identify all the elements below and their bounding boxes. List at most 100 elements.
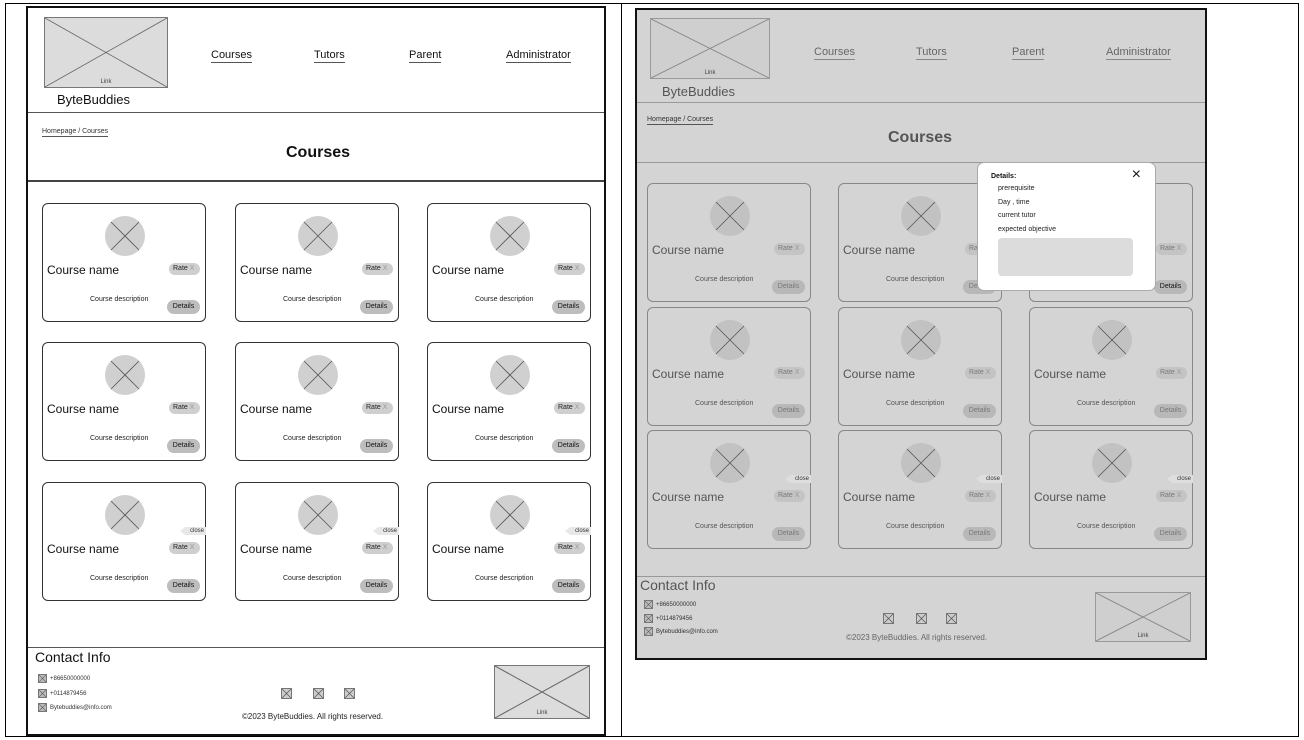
- rate-x-icon: X: [189, 544, 195, 551]
- nav-tutors[interactable]: Tutors: [314, 49, 345, 63]
- nav-courses[interactable]: Courses: [814, 46, 855, 60]
- social-icon-3[interactable]: [946, 613, 957, 624]
- rate-x-icon: X: [794, 369, 800, 376]
- rate-label: Rate: [778, 492, 793, 499]
- rate-button[interactable]: RateX: [1156, 367, 1187, 379]
- details-button[interactable]: Details: [1154, 280, 1187, 294]
- email-icon: [38, 703, 47, 712]
- details-button[interactable]: Details: [360, 579, 393, 593]
- course-card: Course name RateX Course description Detail…: [235, 342, 399, 461]
- rate-button[interactable]: RateX: [1156, 490, 1187, 502]
- nav-parent[interactable]: Parent: [409, 49, 442, 63]
- rate-x-icon: X: [1176, 492, 1182, 499]
- footer-link-placeholder[interactable]: Link: [494, 665, 590, 719]
- contact-phone1: +86650000000: [644, 600, 696, 609]
- modal-item-current-tutor: current tutor: [998, 212, 1036, 219]
- phone2-text: +0114879456: [656, 615, 693, 622]
- panel-divider: [621, 3, 622, 737]
- course-image-placeholder: [710, 196, 750, 236]
- email-text[interactable]: Bytebuddies@info.com: [50, 705, 112, 711]
- nav-courses[interactable]: Courses: [211, 49, 252, 63]
- rate-button[interactable]: RateX: [554, 402, 585, 414]
- page-title: Courses: [888, 129, 953, 146]
- details-button[interactable]: Details: [360, 439, 393, 453]
- rate-button[interactable]: RateX: [362, 402, 393, 414]
- rate-button[interactable]: RateX: [554, 542, 585, 554]
- rate-button[interactable]: RateX: [965, 490, 996, 502]
- rate-label: Rate: [173, 404, 188, 411]
- close-tab[interactable]: close: [785, 475, 811, 483]
- social-icon-1[interactable]: [883, 613, 894, 624]
- details-button[interactable]: Details: [772, 280, 805, 294]
- rate-x-icon: X: [574, 265, 580, 272]
- rate-button[interactable]: RateX: [169, 402, 200, 414]
- course-card: Course name RateX Course description Detail…: [427, 342, 591, 461]
- nav-parent[interactable]: Parent: [1012, 46, 1045, 60]
- rate-button[interactable]: RateX: [362, 263, 393, 275]
- course-description: Course description: [695, 523, 754, 530]
- details-button[interactable]: Details: [167, 439, 200, 453]
- modal-content-box: [998, 238, 1133, 276]
- close-tab[interactable]: close: [180, 527, 206, 535]
- rate-button[interactable]: RateX: [774, 243, 805, 255]
- details-button[interactable]: Details: [552, 300, 585, 314]
- rate-button[interactable]: RateX: [554, 263, 585, 275]
- details-button[interactable]: Details: [552, 439, 585, 453]
- course-card: Course name RateX Course description Detail…: [42, 203, 206, 322]
- details-button[interactable]: Details: [360, 300, 393, 314]
- logo-placeholder[interactable]: Link: [44, 17, 168, 88]
- phone-icon: [38, 674, 47, 683]
- close-tab[interactable]: close: [565, 527, 591, 535]
- details-button[interactable]: Details: [772, 404, 805, 418]
- rate-button[interactable]: RateX: [774, 490, 805, 502]
- close-tab[interactable]: close: [373, 527, 399, 535]
- details-button[interactable]: Details: [1154, 527, 1187, 541]
- course-image-placeholder: [901, 320, 941, 360]
- modal-item-expected-objective: expected objective: [998, 226, 1056, 233]
- social-icon-2[interactable]: [916, 613, 927, 624]
- phone-icon: [644, 600, 653, 609]
- details-button[interactable]: Details: [963, 404, 996, 418]
- brand-name: ByteBuddies: [662, 84, 735, 99]
- course-name: Course name: [240, 542, 313, 556]
- details-button[interactable]: Details: [772, 527, 805, 541]
- rate-button[interactable]: RateX: [1156, 243, 1187, 255]
- social-icon-2[interactable]: [313, 688, 324, 699]
- breadcrumb[interactable]: Homepage / Courses: [42, 128, 109, 137]
- course-image-placeholder: [490, 216, 530, 256]
- course-name: Course name: [843, 490, 916, 504]
- details-button[interactable]: Details: [167, 579, 200, 593]
- footer-link-placeholder[interactable]: Link: [1095, 592, 1191, 642]
- email-text[interactable]: Bytebuddies@info.com: [656, 629, 718, 635]
- nav-tutors[interactable]: Tutors: [916, 46, 947, 60]
- rate-label: Rate: [558, 404, 573, 411]
- details-button[interactable]: Details: [552, 579, 585, 593]
- details-button[interactable]: Details: [963, 527, 996, 541]
- nav-administrator[interactable]: Administrator: [506, 49, 571, 63]
- rate-x-icon: X: [985, 369, 991, 376]
- footer-link-label: Link: [536, 710, 548, 716]
- social-icon-1[interactable]: [281, 688, 292, 699]
- rate-button[interactable]: RateX: [362, 542, 393, 554]
- rate-button[interactable]: RateX: [169, 542, 200, 554]
- rate-label: Rate: [558, 265, 573, 272]
- course-image-placeholder: [710, 443, 750, 483]
- nav-administrator[interactable]: Administrator: [1106, 46, 1171, 60]
- logo-placeholder[interactable]: Link: [650, 18, 770, 79]
- social-icon-3[interactable]: [344, 688, 355, 699]
- course-name: Course name: [432, 542, 505, 556]
- rate-label: Rate: [366, 544, 381, 551]
- details-button[interactable]: Details: [167, 300, 200, 314]
- close-icon[interactable]: ×: [1132, 167, 1141, 183]
- details-button[interactable]: Details: [1154, 404, 1187, 418]
- contact-phone2: +0114879456: [38, 689, 86, 698]
- rate-button[interactable]: RateX: [169, 263, 200, 275]
- rate-button[interactable]: RateX: [965, 367, 996, 379]
- course-description: Course description: [1077, 523, 1136, 530]
- close-tab[interactable]: close: [976, 475, 1002, 483]
- close-tab[interactable]: close: [1167, 475, 1193, 483]
- breadcrumb[interactable]: Homepage / Courses: [647, 116, 714, 125]
- rate-x-icon: X: [794, 492, 800, 499]
- rate-button[interactable]: RateX: [774, 367, 805, 379]
- course-card: Course name RateX Course description Detail…: [42, 482, 206, 601]
